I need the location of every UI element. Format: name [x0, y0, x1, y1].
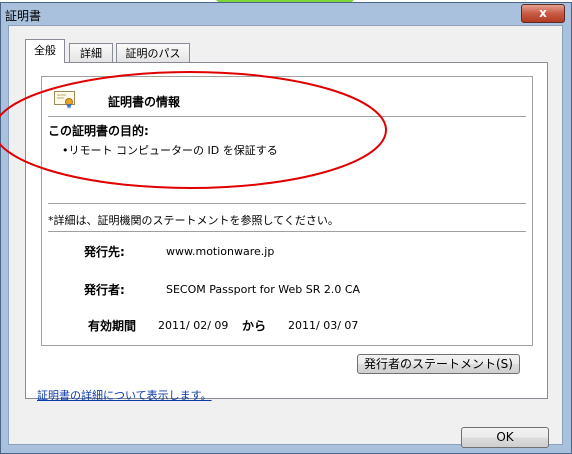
title-bar: 証明書 x [1, 3, 571, 25]
close-icon: x [539, 6, 547, 20]
tab-certification-path-label: 証明のパス [125, 47, 181, 60]
statement-note: *詳細は、証明機関のステートメントを参照してください。 [48, 214, 339, 227]
issued-by-label: 発行者: [84, 283, 125, 297]
issuer-statement-label: 発行者のステートメント(S) [364, 357, 513, 371]
tab-general[interactable]: 全般 [25, 39, 65, 63]
issued-to-value: www.motionware.jp [166, 245, 275, 258]
validity-label: 有効期間 [88, 319, 137, 333]
tab-details[interactable]: 詳細 [69, 43, 113, 62]
issued-to-label: 発行先: [84, 245, 125, 259]
divider [48, 203, 526, 204]
tab-general-label: 全般 [34, 44, 56, 57]
valid-to-date: 2011/ 03/ 07 [288, 319, 359, 332]
divider [48, 231, 526, 232]
tab-certification-path[interactable]: 証明のパス [116, 43, 190, 62]
certificate-details-link[interactable]: 証明書の詳細について表示します。 [37, 387, 212, 403]
tab-details-label: 詳細 [80, 47, 102, 60]
issued-by-value: SECOM Passport for Web SR 2.0 CA [166, 283, 361, 296]
issuer-statement-button[interactable]: 発行者のステートメント(S) [357, 354, 520, 374]
valid-to-word: から [242, 319, 267, 333]
ok-button[interactable]: OK [461, 427, 549, 448]
window-title: 証明書 [5, 9, 42, 23]
close-button[interactable]: x [521, 4, 565, 23]
valid-from-date: 2011/ 02/ 09 [158, 319, 229, 332]
red-annotation-oval [0, 71, 387, 189]
ok-label: OK [496, 430, 514, 444]
